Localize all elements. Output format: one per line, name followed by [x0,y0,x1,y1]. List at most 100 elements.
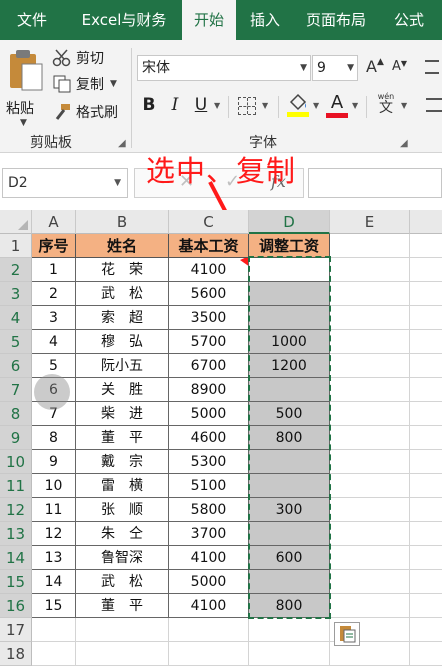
cell-a16[interactable]: 15 [32,594,76,618]
cell-a2[interactable]: 1 [32,258,76,282]
cell-e4[interactable] [330,306,410,330]
cell-b9[interactable]: 董 平 [76,426,169,450]
copy-button[interactable]: 复制 ▼ [52,74,117,94]
fill-color-button[interactable] [287,93,309,119]
row-header[interactable]: 8 [0,402,32,426]
cell-a17[interactable] [32,618,76,642]
cell-e12[interactable] [330,498,410,522]
cell-f18[interactable] [410,642,442,666]
cell-b8[interactable]: 柴 进 [76,402,169,426]
cell-b14[interactable]: 鲁智深 [76,546,169,570]
cell-e2[interactable] [330,258,410,282]
row-header[interactable]: 16 [0,594,32,618]
column-header-d[interactable]: D [249,210,330,234]
cell-c2[interactable]: 4100 [169,258,249,282]
bold-button[interactable]: B [140,94,158,116]
cell-b17[interactable] [76,618,169,642]
cell-d15[interactable] [249,570,330,594]
tab-page-layout[interactable]: 页面布局 [296,0,376,40]
font-launcher-icon[interactable]: ◢ [400,138,408,149]
cell-b7[interactable]: 关 胜 [76,378,169,402]
paste-options-button[interactable] [334,622,360,646]
border-dropdown-icon[interactable]: ▼ [262,101,268,110]
name-box[interactable]: D2 ▼ [2,168,128,198]
row-header[interactable]: 18 [0,642,32,666]
align-lines-icon[interactable] [426,98,442,112]
cell-b10[interactable]: 戴 宗 [76,450,169,474]
base-salary-header[interactable]: 基本工资 [169,234,249,258]
cell-a10[interactable]: 9 [32,450,76,474]
cell-a9[interactable]: 8 [32,426,76,450]
cell-b18[interactable] [76,642,169,666]
cell-a14[interactable]: 13 [32,546,76,570]
cell-e3[interactable] [330,282,410,306]
font-color-dropdown-icon[interactable]: ▼ [352,101,358,110]
cell-e5[interactable] [330,330,410,354]
row-header[interactable]: 6 [0,354,32,378]
copy-dropdown-icon[interactable]: ▼ [110,79,117,89]
cell-d13[interactable] [249,522,330,546]
cell-b11[interactable]: 雷 横 [76,474,169,498]
cell-f16[interactable] [410,594,442,618]
cell-b3[interactable]: 武 松 [76,282,169,306]
cell-c4[interactable]: 3500 [169,306,249,330]
cell-d9[interactable]: 800 [249,426,330,450]
cell-c6[interactable]: 6700 [169,354,249,378]
cell-f3[interactable] [410,282,442,306]
row-header[interactable]: 15 [0,570,32,594]
cell-e8[interactable] [330,402,410,426]
cell-c7[interactable]: 8900 [169,378,249,402]
cell-e7[interactable] [330,378,410,402]
font-size-select[interactable]: 9 ▼ [312,55,358,81]
cell-f4[interactable] [410,306,442,330]
cell-f6[interactable] [410,354,442,378]
grow-font-button[interactable]: A▲ [366,57,384,76]
cell-d12[interactable]: 300 [249,498,330,522]
cell-d14[interactable]: 600 [249,546,330,570]
cell-d8[interactable]: 500 [249,402,330,426]
italic-button[interactable]: I [166,94,184,116]
paste-button[interactable]: 粘贴 ▼ [4,48,48,134]
tab-formulas[interactable]: 公式 [384,0,434,40]
row-header[interactable]: 13 [0,522,32,546]
select-all-button[interactable] [0,210,32,234]
cell-c13[interactable]: 3700 [169,522,249,546]
cell-d2[interactable] [249,258,330,282]
cut-button[interactable]: 剪切 [52,48,104,68]
cell-d11[interactable] [249,474,330,498]
cell-e15[interactable] [330,570,410,594]
cell-d6[interactable]: 1200 [249,354,330,378]
format-painter-button[interactable]: 格式刷 [52,102,118,122]
font-color-button[interactable]: A [326,92,348,120]
fill-color-dropdown-icon[interactable]: ▼ [313,101,319,110]
underline-dropdown-icon[interactable]: ▼ [214,101,220,110]
tab-home[interactable]: 开始 [182,0,236,40]
cell-b13[interactable]: 朱 仝 [76,522,169,546]
cell-c9[interactable]: 4600 [169,426,249,450]
cell-b2[interactable]: 花 荣 [76,258,169,282]
cell-c17[interactable] [169,618,249,642]
cell-c18[interactable] [169,642,249,666]
shrink-font-button[interactable]: A▼ [392,59,407,74]
cell-c16[interactable]: 4100 [169,594,249,618]
row-header[interactable]: 17 [0,618,32,642]
cell-c11[interactable]: 5100 [169,474,249,498]
cell-f7[interactable] [410,378,442,402]
tab-excel-finance[interactable]: Excel与财务 [72,0,176,40]
row-header[interactable]: 7 [0,378,32,402]
cell-b5[interactable]: 穆 弘 [76,330,169,354]
row-header[interactable]: 5 [0,330,32,354]
border-button[interactable] [238,97,256,115]
cell-e11[interactable] [330,474,410,498]
cell-c8[interactable]: 5000 [169,402,249,426]
cell-e6[interactable] [330,354,410,378]
cell-e14[interactable] [330,546,410,570]
cell-b12[interactable]: 张 顺 [76,498,169,522]
name-header[interactable]: 姓名 [76,234,169,258]
cell-d17[interactable] [249,618,330,642]
cell-b16[interactable]: 董 平 [76,594,169,618]
cell-e1[interactable] [330,234,410,258]
cell-c3[interactable]: 5600 [169,282,249,306]
cell-e10[interactable] [330,450,410,474]
cell-f15[interactable] [410,570,442,594]
